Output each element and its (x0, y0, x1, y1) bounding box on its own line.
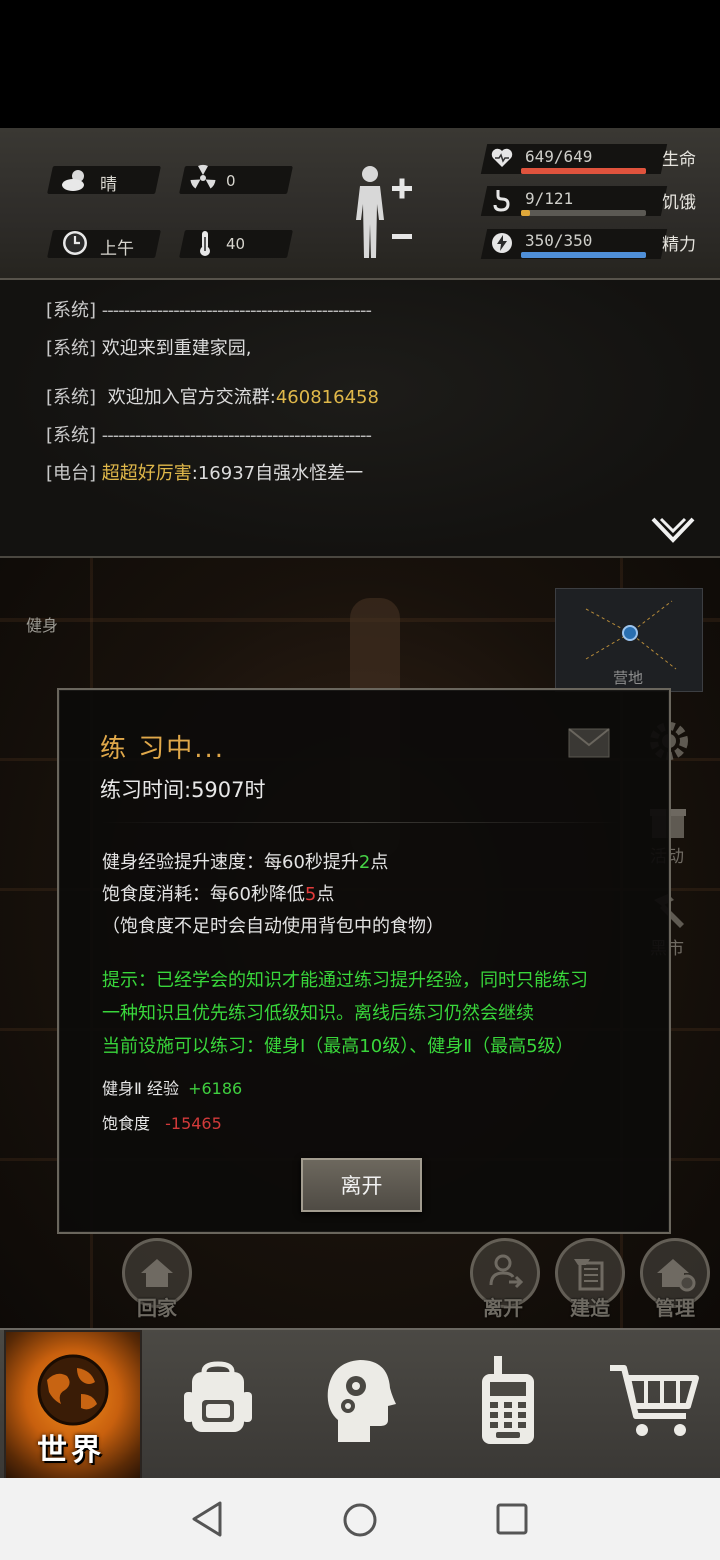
scene-title: 健身 (26, 616, 59, 635)
hunger-rate-suffix: 点 (316, 884, 335, 905)
radio-speaker[interactable]: 超超好厉害 (102, 463, 192, 484)
head-gears-icon (327, 1360, 396, 1442)
temperature-value: 40 (226, 235, 246, 253)
build-icon (574, 1259, 604, 1291)
recent-apps-icon[interactable] (496, 1503, 528, 1535)
status-bar (0, 0, 720, 128)
manage-label: 管理 (655, 1296, 695, 1320)
practice-dialog (57, 688, 671, 1234)
nav-world-label: 世界 (37, 1433, 105, 1468)
exp-gain-label: 健身Ⅱ 经验 (102, 1079, 179, 1098)
energy-bar (521, 252, 646, 258)
back-icon[interactable] (190, 1500, 224, 1538)
group-number[interactable]: 460816458 (276, 387, 379, 408)
hunger-rate-prefix: 饱食度消耗：每60秒降低 (102, 884, 305, 905)
energy-bar-fill (521, 252, 646, 258)
home-label: 回家 (137, 1296, 177, 1320)
shopping-cart-icon (610, 1365, 699, 1436)
health-bar-fill (521, 168, 646, 174)
log-tag: [系统] (46, 425, 97, 446)
log-text: :16937自强水怪差一 (191, 463, 364, 484)
time-of-day-value: 上午 (100, 239, 134, 259)
tip-line: 当前设施可以练习：健身Ⅰ（最高10级）、健身Ⅱ（最高5级） (102, 1036, 574, 1057)
health-label: 生命 (662, 150, 696, 170)
walkie-talkie-icon (482, 1356, 534, 1444)
nav-skills[interactable] (300, 1340, 420, 1460)
food-note: （饱食度不足时会自动使用背包中的食物） (102, 916, 444, 937)
log-line: [系统] -----------------------------------… (46, 296, 372, 322)
satiety-label: 饱食度 (102, 1114, 151, 1133)
tip-line: 提示：已经学会的知识才能通过练习提升经验，同时只能练习 (102, 970, 588, 991)
hunger-label: 饥饿 (662, 193, 696, 213)
satiety-value: -15465 (165, 1114, 222, 1133)
energy-value: 350/350 (525, 231, 593, 250)
leave-label: 离开 (483, 1296, 523, 1320)
hunger-bar-fill (521, 210, 531, 216)
hunger-rate-value: 5 (304, 884, 317, 905)
log-tag: [系统] (46, 300, 97, 321)
exp-rate-suffix: 点 (370, 852, 389, 873)
health-value: 649/649 (525, 147, 593, 166)
system-nav-bar (0, 1478, 720, 1560)
weather-value: 晴 (100, 175, 117, 195)
hunger-rate-line: 饱食度消耗：每60秒降低5点 (102, 880, 334, 906)
radiation-icon (190, 164, 216, 189)
map-label: 营地 (612, 669, 643, 687)
mail-icon[interactable] (568, 728, 610, 758)
exp-rate-prefix: 健身经验提升速度：每60秒提升 (102, 852, 359, 873)
exp-gain-line: 健身Ⅱ 经验 +6186 (102, 1075, 242, 1099)
hunger-bar (521, 210, 646, 216)
divider (100, 822, 620, 823)
body-status-icon[interactable] (348, 162, 420, 262)
house-gear-icon (657, 1259, 696, 1292)
cloud-sun-icon (62, 170, 84, 191)
log-text: 欢迎加入官方交流群: (107, 387, 276, 408)
build-label: 建造 (570, 1296, 610, 1320)
house-icon (141, 1259, 173, 1287)
clock-icon (63, 231, 87, 255)
radiation-value: 0 (226, 172, 236, 190)
exp-rate-value: 2 (358, 852, 371, 873)
stomach-icon (493, 190, 510, 212)
globe-icon (37, 1354, 109, 1426)
nav-backpack[interactable] (158, 1340, 278, 1460)
practice-time: 练习时间:5907时 (100, 778, 266, 802)
tip-line: 一种知识且优先练习低级知识。离线后练习仍然会继续 (102, 1003, 534, 1024)
nav-shop[interactable] (594, 1340, 714, 1460)
log-line: [电台] 超超好厉害:16937自强水怪差一 (46, 459, 363, 485)
log-text: 欢迎来到重建家园, (101, 338, 252, 359)
leave-dialog-button[interactable]: 离开 (301, 1158, 422, 1212)
exp-rate-line: 健身经验提升速度：每60秒提升2点 (102, 848, 388, 874)
hunger-value: 9/121 (525, 189, 574, 208)
energy-label: 精力 (662, 235, 696, 255)
nav-radio[interactable] (448, 1340, 568, 1460)
log-tag: [系统] (46, 338, 97, 359)
log-tag: [系统] (46, 387, 97, 408)
heart-icon (491, 148, 513, 167)
dialog-title: 练 习中... (100, 734, 226, 764)
backpack-icon (184, 1361, 252, 1432)
expand-log-icon[interactable] (650, 516, 696, 546)
log-line: [系统] -----------------------------------… (46, 421, 372, 447)
satiety-line: 饱食度 -15465 (102, 1110, 222, 1134)
thermometer-icon (200, 231, 210, 256)
log-line: [系统] 欢迎来到重建家园, (46, 334, 252, 360)
energy-bolt-icon (492, 233, 512, 253)
health-bar (521, 168, 646, 174)
person-exit-icon (489, 1254, 524, 1289)
log-tag: [电台] (46, 463, 97, 484)
log-text: ----------------------------------------… (101, 425, 372, 446)
log-line: [系统] 欢迎加入官方交流群:460816458 (46, 383, 379, 409)
home-circle-icon[interactable] (342, 1502, 378, 1538)
exp-gain-value: +6186 (188, 1079, 243, 1098)
log-text: ----------------------------------------… (101, 300, 372, 321)
